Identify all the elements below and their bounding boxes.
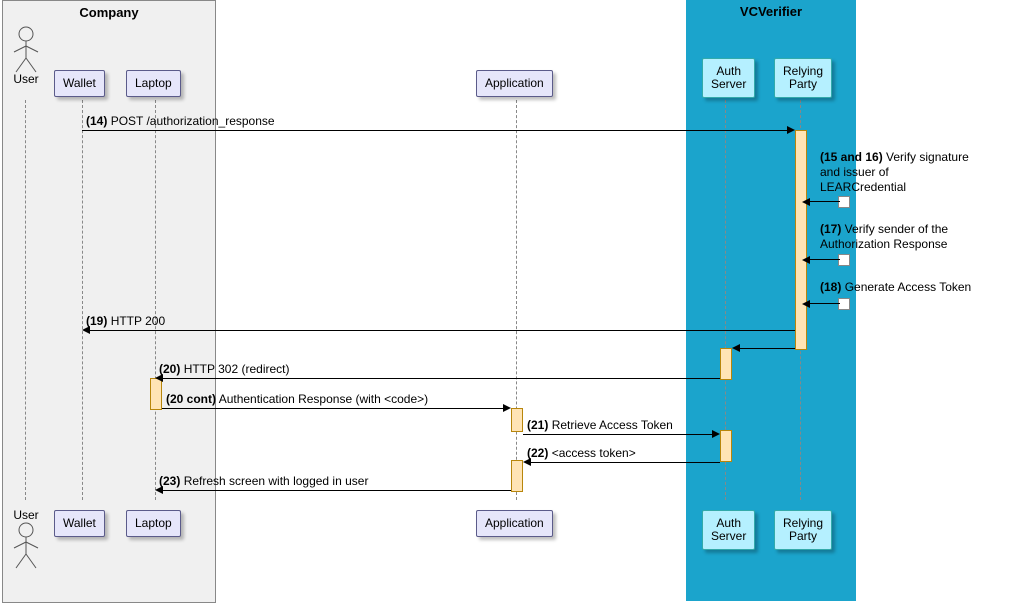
lifeline-application [516, 100, 517, 500]
msg-21-text: Retrieve Access Token [552, 418, 673, 432]
selfarrow-15 [810, 201, 840, 202]
msg-19: (19) HTTP 200 [82, 330, 795, 352]
msg-23-num: (23) [159, 474, 180, 488]
msg-20c-num: (20 cont) [166, 392, 216, 406]
msg-19-num: (19) [86, 314, 107, 328]
msg-18-text: Generate Access Token [845, 280, 972, 294]
selfarrow-17 [810, 259, 840, 260]
actor-user-label-bottom: User [4, 508, 48, 522]
msg-20c-text: Authentication Response (with <code>) [219, 392, 428, 406]
participant-laptop-top: Laptop [126, 70, 181, 97]
note-17: (17) Verify sender of theAuthorization R… [820, 222, 1015, 252]
participant-relying-top: Relying Party [774, 58, 832, 98]
lifeline-wallet [82, 100, 83, 500]
lifeline-laptop [155, 100, 156, 500]
msg-14-num: (14) [86, 114, 107, 128]
participant-authserver-bottom: Auth Server [702, 510, 755, 550]
sequence-diagram: Company VCVerifier User Wallet Laptop Ap… [0, 0, 1015, 601]
msg-17-num: (17) [820, 222, 841, 236]
selfact-18 [838, 298, 850, 310]
msg-20-num: (20) [159, 362, 180, 376]
participant-authserver-top: Auth Server [702, 58, 755, 98]
note-15-16: (15 and 16) Verify signatureand issuer o… [820, 150, 1010, 195]
msg-23-text: Refresh screen with logged in user [184, 474, 369, 488]
activation-authserver-1 [720, 348, 732, 380]
participant-wallet-bottom: Wallet [54, 510, 105, 537]
msg-rp-to-auth [732, 348, 795, 370]
participant-application-bottom: Application [476, 510, 553, 537]
group-vcverifier-label: VCVerifier [686, 0, 856, 19]
msg-22: (22) <access token> [523, 462, 720, 484]
lifeline-user [25, 100, 26, 500]
msg-21-num: (21) [527, 418, 548, 432]
selfarrow-18 [810, 303, 840, 304]
activation-authserver-2 [720, 430, 732, 462]
activation-relying [795, 130, 807, 350]
msg-18-num: (18) [820, 280, 841, 294]
msg-22-text: <access token> [552, 446, 636, 460]
participant-laptop-bottom: Laptop [126, 510, 181, 537]
activation-app-1 [511, 408, 523, 432]
msg-20-text: HTTP 302 (redirect) [184, 362, 290, 376]
msg-14: (14) POST /authorization_response [82, 130, 795, 152]
selfact-15 [838, 196, 850, 208]
person-icon [11, 26, 41, 74]
actor-user-top: User [4, 26, 48, 86]
selfact-17 [838, 254, 850, 266]
msg-23: (23) Refresh screen with logged in user [155, 490, 511, 512]
participant-wallet-top: Wallet [54, 70, 105, 97]
msg-22-num: (22) [527, 446, 548, 460]
activation-app-2 [511, 460, 523, 492]
msg-19-text: HTTP 200 [111, 314, 165, 328]
actor-user-label-top: User [4, 72, 48, 86]
msg-20cont: (20 cont) Authentication Response (with … [162, 408, 511, 430]
note-18: (18) Generate Access Token [820, 280, 1015, 295]
group-company-label: Company [3, 1, 215, 20]
participant-application-top: Application [476, 70, 553, 97]
msg-14-text: POST /authorization_response [111, 114, 275, 128]
actor-user-bottom: User [4, 510, 48, 570]
participant-relying-bottom: Relying Party [774, 510, 832, 550]
person-icon [11, 522, 41, 570]
msg-15-num: (15 and 16) [820, 150, 883, 164]
